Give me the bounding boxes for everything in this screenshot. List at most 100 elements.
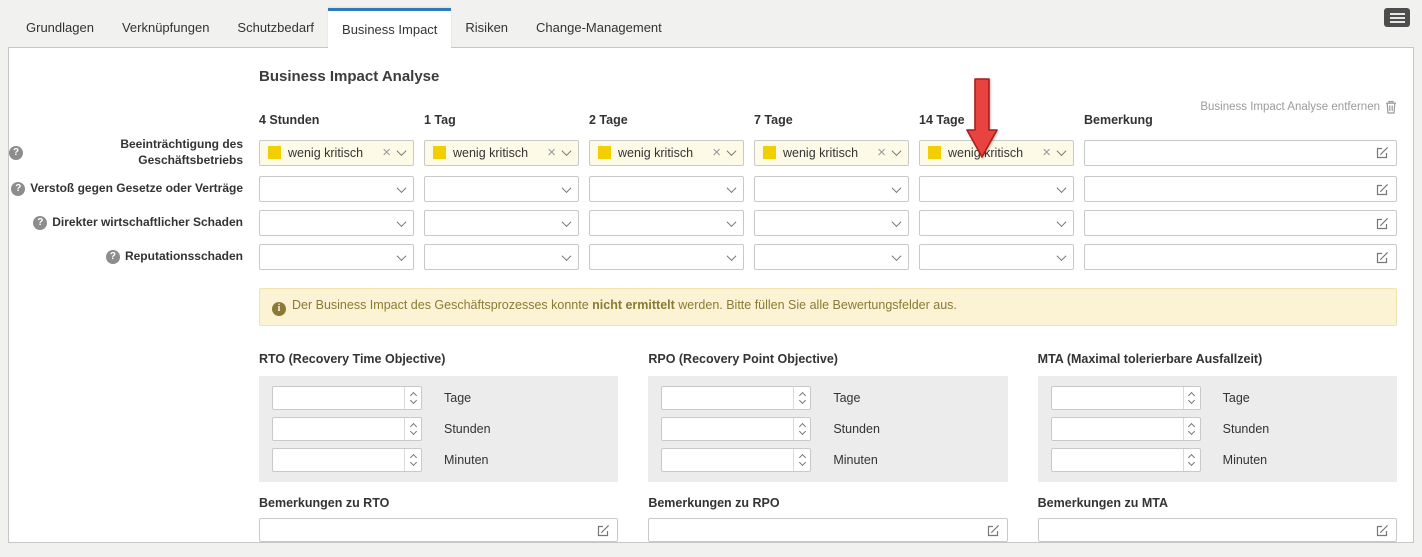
severity-color-swatch [433, 146, 446, 159]
page: Grundlagen Verknüpfungen Schutzbedarf Bu… [0, 0, 1422, 543]
field-label: Tage [833, 391, 860, 405]
select-value: wenig kritisch [948, 146, 1038, 160]
mta-tage-input[interactable] [1051, 386, 1201, 410]
select-schaden-1-tag[interactable] [424, 210, 579, 236]
field-label: Minuten [1223, 453, 1267, 467]
rto-stunden-input[interactable] [272, 417, 422, 441]
select-reputationsschaden-14-tage[interactable] [919, 244, 1074, 270]
edit-icon [1376, 146, 1389, 159]
select-verstoss-2-tage[interactable] [589, 176, 744, 202]
remove-bia-link[interactable]: Business Impact Analyse entfernen [1200, 100, 1397, 114]
bemerkung-beeintraechtigung[interactable] [1084, 140, 1397, 166]
rto-tage-input[interactable] [272, 386, 422, 410]
clear-icon[interactable]: × [382, 145, 391, 160]
mta-remark-field[interactable] [1038, 518, 1397, 542]
banner-text-before: Der Business Impact des Geschäftsprozess… [292, 298, 592, 312]
spinner-buttons[interactable] [1183, 418, 1200, 440]
menu-icon[interactable] [1384, 8, 1410, 27]
help-icon: ? [106, 250, 120, 264]
select-beeintraechtigung-4-stunden[interactable]: wenig kritisch × [259, 140, 414, 166]
bia-row-reputationsschaden: ? Reputationsschaden [9, 244, 1397, 270]
rpo-tage-input[interactable] [661, 386, 811, 410]
clear-icon[interactable]: × [712, 145, 721, 160]
bemerkung-reputationsschaden[interactable] [1084, 244, 1397, 270]
tab-risiken[interactable]: Risiken [451, 8, 522, 47]
chevron-down-icon [397, 217, 407, 227]
select-verstoss-14-tage[interactable] [919, 176, 1074, 202]
severity-color-swatch [763, 146, 776, 159]
edit-icon [1376, 217, 1389, 230]
select-value: wenig kritisch [618, 146, 708, 160]
chevron-down-icon [1057, 217, 1067, 227]
column-header-1-tag: 1 Tag [424, 113, 579, 127]
spinner-buttons[interactable] [404, 418, 421, 440]
rto-stunden-row: Stunden [272, 417, 605, 441]
select-schaden-7-tage[interactable] [754, 210, 909, 236]
rto-tage-row: Tage [272, 386, 605, 410]
select-reputationsschaden-1-tag[interactable] [424, 244, 579, 270]
select-schaden-14-tage[interactable] [919, 210, 1074, 236]
section-title-mta: MTA (Maximal tolerierbare Ausfallzeit) [1038, 352, 1397, 366]
rpo-remark-field[interactable] [648, 518, 1007, 542]
spinner-buttons[interactable] [793, 449, 810, 471]
select-beeintraechtigung-14-tage[interactable]: wenig kritisch × [919, 140, 1074, 166]
rto-inputs-box: Tage Stunden Minuten [259, 376, 618, 482]
tab-grundlagen[interactable]: Grundlagen [12, 8, 108, 47]
spinner-buttons[interactable] [404, 387, 421, 409]
tab-verknuepfungen[interactable]: Verknüpfungen [108, 8, 223, 47]
tab-schutzbedarf[interactable]: Schutzbedarf [223, 8, 328, 47]
section-title-rto: RTO (Recovery Time Objective) [259, 352, 618, 366]
help-icon: ? [33, 216, 47, 230]
rpo-stunden-input[interactable] [661, 417, 811, 441]
spinner-buttons[interactable] [1183, 387, 1200, 409]
select-beeintraechtigung-2-tage[interactable]: wenig kritisch × [589, 140, 744, 166]
spinner-buttons[interactable] [1183, 449, 1200, 471]
select-schaden-2-tage[interactable] [589, 210, 744, 236]
select-verstoss-7-tage[interactable] [754, 176, 909, 202]
row-label-verstoss: ? Verstoß gegen Gesetze oder Verträge [9, 181, 249, 197]
chevron-down-icon [397, 146, 407, 156]
select-value: wenig kritisch [288, 146, 378, 160]
chevron-down-icon [562, 183, 572, 193]
select-reputationsschaden-7-tage[interactable] [754, 244, 909, 270]
select-verstoss-4-stunden[interactable] [259, 176, 414, 202]
select-schaden-4-stunden[interactable] [259, 210, 414, 236]
bia-row-beeintraechtigung: ? Beeinträchtigung des Geschäftsbetriebs… [9, 137, 1397, 168]
edit-icon [987, 524, 1000, 537]
rto-remark-field[interactable] [259, 518, 618, 542]
row-label-reputationsschaden: ? Reputationsschaden [9, 249, 249, 265]
tab-change-management[interactable]: Change-Management [522, 8, 676, 47]
mta-minuten-input[interactable] [1051, 448, 1201, 472]
chevron-down-icon [892, 183, 902, 193]
spinner-buttons[interactable] [404, 449, 421, 471]
rpo-inputs-box: Tage Stunden Minuten [648, 376, 1007, 482]
bemerkung-wirtschaftlicher-schaden[interactable] [1084, 210, 1397, 236]
bia-row-wirtschaftlicher-schaden: ? Direkter wirtschaftlicher Schaden [9, 210, 1397, 236]
severity-color-swatch [598, 146, 611, 159]
bemerkung-verstoss[interactable] [1084, 176, 1397, 202]
info-banner: iDer Business Impact des Geschäftsprozes… [259, 288, 1397, 326]
row-label-text: Beeinträchtigung des Geschäftsbetriebs [28, 137, 243, 168]
spinner-buttons[interactable] [793, 387, 810, 409]
spinner-buttons[interactable] [793, 418, 810, 440]
mta-remark-label: Bemerkungen zu MTA [1038, 496, 1397, 510]
clear-icon[interactable]: × [1042, 145, 1051, 160]
section-rpo: RPO (Recovery Point Objective) Tage Stun… [648, 352, 1007, 542]
select-reputationsschaden-2-tage[interactable] [589, 244, 744, 270]
mta-stunden-input[interactable] [1051, 417, 1201, 441]
rpo-minuten-input[interactable] [661, 448, 811, 472]
clear-icon[interactable]: × [877, 145, 886, 160]
column-header-4-stunden: 4 Stunden [259, 113, 414, 127]
select-reputationsschaden-4-stunden[interactable] [259, 244, 414, 270]
select-beeintraechtigung-7-tage[interactable]: wenig kritisch × [754, 140, 909, 166]
edit-icon [1376, 183, 1389, 196]
clear-icon[interactable]: × [547, 145, 556, 160]
tab-business-impact[interactable]: Business Impact [328, 8, 451, 48]
select-verstoss-1-tag[interactable] [424, 176, 579, 202]
column-header-bemerkung: Bemerkung [1084, 113, 1397, 127]
select-value: wenig kritisch [783, 146, 873, 160]
rto-minuten-input[interactable] [272, 448, 422, 472]
banner-text-after: werden. Bitte füllen Sie alle Bewertungs… [675, 298, 957, 312]
row-label-text: Verstoß gegen Gesetze oder Verträge [30, 181, 243, 197]
select-beeintraechtigung-1-tag[interactable]: wenig kritisch × [424, 140, 579, 166]
